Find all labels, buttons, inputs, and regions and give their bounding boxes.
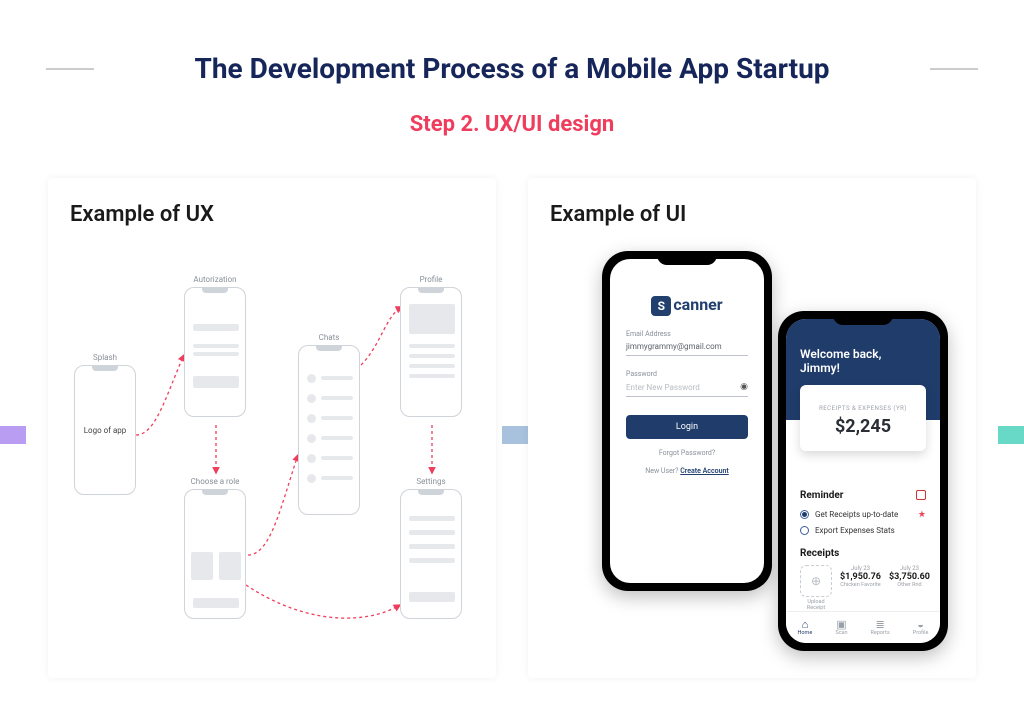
reports-icon: ≣ <box>871 619 890 630</box>
receipt-vendor-0: Chicken Favorite <box>840 582 881 588</box>
phone-notch <box>833 311 893 325</box>
reminder-add-icon[interactable] <box>916 490 926 500</box>
reminder-row-1[interactable]: Export Expenses Stats <box>800 523 926 538</box>
new-user-prefix: New User? <box>645 467 680 475</box>
nav-reports[interactable]: ≣Reports <box>871 619 890 636</box>
wf-splash-label: Splash <box>93 353 117 362</box>
ui-phone-login: Scanner Email Address jimmygrammy@gmail.… <box>602 251 772 591</box>
ui-canvas: Scanner Email Address jimmygrammy@gmail.… <box>546 245 958 665</box>
password-label: Password <box>626 370 748 378</box>
dashboard-screen: Welcome back, Jimmy! RECEIPTS & EXPENSES… <box>786 319 940 643</box>
forgot-password-link[interactable]: Forgot Password? <box>610 449 764 457</box>
create-account-link[interactable]: Create Account <box>680 467 729 475</box>
wf-profile-label: Profile <box>420 275 443 284</box>
email-label: Email Address <box>626 330 748 338</box>
page-title: The Development Process of a Mobile App … <box>0 52 1024 85</box>
summary-card: RECEIPTS & EXPENSES (YR) $2,245 <box>800 385 926 451</box>
reminder-row-0[interactable]: Get Receipts up-to-date ★ <box>800 507 926 523</box>
receipt-amount-1: $3,750.60 <box>889 572 930 582</box>
wf-splash: Logo of app <box>74 365 136 495</box>
reminder-text-0: Get Receipts up-to-date <box>815 510 898 519</box>
receipt-item-0[interactable]: July 23 $1,950.76 Chicken Favorite <box>840 565 881 611</box>
accent-bar-blue <box>502 426 528 444</box>
receipts-title: Receipts <box>800 548 839 559</box>
nav-scan[interactable]: ▣Scan <box>835 619 847 636</box>
summary-amount: $2,245 <box>800 416 926 437</box>
receipts-section: Receipts ⊕ Upload Receipt July 23 $1,950… <box>786 548 940 611</box>
nav-home-label: Home <box>798 630 813 636</box>
step-title: Step 2. UX/UI design <box>0 112 1024 137</box>
app-logo: Scanner <box>610 295 764 316</box>
email-value: jimmygrammy@gmail.com <box>626 342 722 351</box>
nav-home[interactable]: ⌂Home <box>798 619 813 636</box>
nav-profile-label: Profile <box>913 630 929 636</box>
wf-splash-text: Logo of app <box>75 366 135 494</box>
reminder-section: Reminder Get Receipts up-to-date ★ Expor… <box>786 490 940 538</box>
nav-reports-label: Reports <box>871 630 890 636</box>
receipt-item-1[interactable]: July 23 $3,750.60 Other Rnd <box>889 565 930 611</box>
wf-chats-label: Chats <box>319 333 340 342</box>
login-screen: Scanner Email Address jimmygrammy@gmail.… <box>610 259 764 583</box>
login-button[interactable]: Login <box>626 415 748 439</box>
nav-scan-label: Scan <box>835 630 847 636</box>
bottom-nav: ⌂Home ▣Scan ≣Reports ◒Profile <box>786 611 940 643</box>
nav-profile[interactable]: ◒Profile <box>913 619 929 636</box>
radio-checked-icon[interactable] <box>800 510 809 519</box>
reminder-text-1: Export Expenses Stats <box>815 526 895 535</box>
password-field[interactable]: Enter New Password ◉ <box>626 380 748 397</box>
receipt-vendor-1: Other Rnd <box>889 582 930 588</box>
upload-label: Upload Receipt <box>800 599 832 611</box>
ui-card: Example of UI Scanner Email Address jimm… <box>528 178 976 678</box>
star-icon[interactable]: ★ <box>918 510 926 520</box>
logo-badge: S <box>651 296 671 316</box>
logo-text: canner <box>673 295 722 314</box>
accent-bar-purple <box>0 426 26 444</box>
phone-notch <box>657 251 717 265</box>
ui-phone-dashboard: Welcome back, Jimmy! RECEIPTS & EXPENSES… <box>778 311 948 651</box>
eye-icon[interactable]: ◉ <box>740 382 748 392</box>
scan-icon: ▣ <box>835 619 847 630</box>
welcome-text: Welcome back, Jimmy! <box>800 347 926 376</box>
password-placeholder: Enter New Password <box>626 383 700 392</box>
wf-role-label: Choose a role <box>191 477 240 486</box>
profile-icon: ◒ <box>913 619 929 630</box>
wf-chats <box>298 345 360 515</box>
wf-authorization <box>184 287 246 417</box>
ux-card-title: Example of UX <box>66 202 478 227</box>
wf-settings <box>400 489 462 619</box>
receipt-amount-0: $1,950.76 <box>840 572 881 582</box>
wf-settings-label: Settings <box>416 477 445 486</box>
home-icon: ⌂ <box>798 619 813 630</box>
ux-flow-canvas: Logo of app Splash Autorization Choose a… <box>66 245 478 665</box>
create-account-row: New User? Create Account <box>610 467 764 475</box>
radio-unchecked-icon[interactable] <box>800 526 809 535</box>
upload-receipt[interactable]: ⊕ Upload Receipt <box>800 565 832 611</box>
wf-authorization-label: Autorization <box>193 275 236 284</box>
receipt-date-0: July 23 <box>840 565 881 572</box>
summary-caption: RECEIPTS & EXPENSES (YR) <box>819 405 907 412</box>
wf-profile <box>400 287 462 417</box>
accent-bar-teal <box>998 426 1024 444</box>
ui-card-title: Example of UI <box>546 202 958 227</box>
upload-icon: ⊕ <box>800 565 832 597</box>
wf-role <box>184 489 246 619</box>
email-field[interactable]: jimmygrammy@gmail.com <box>626 340 748 356</box>
ux-card: Example of UX Logo of app Splash <box>48 178 496 678</box>
reminder-title: Reminder <box>800 490 843 501</box>
receipt-date-1: July 23 <box>889 565 930 572</box>
